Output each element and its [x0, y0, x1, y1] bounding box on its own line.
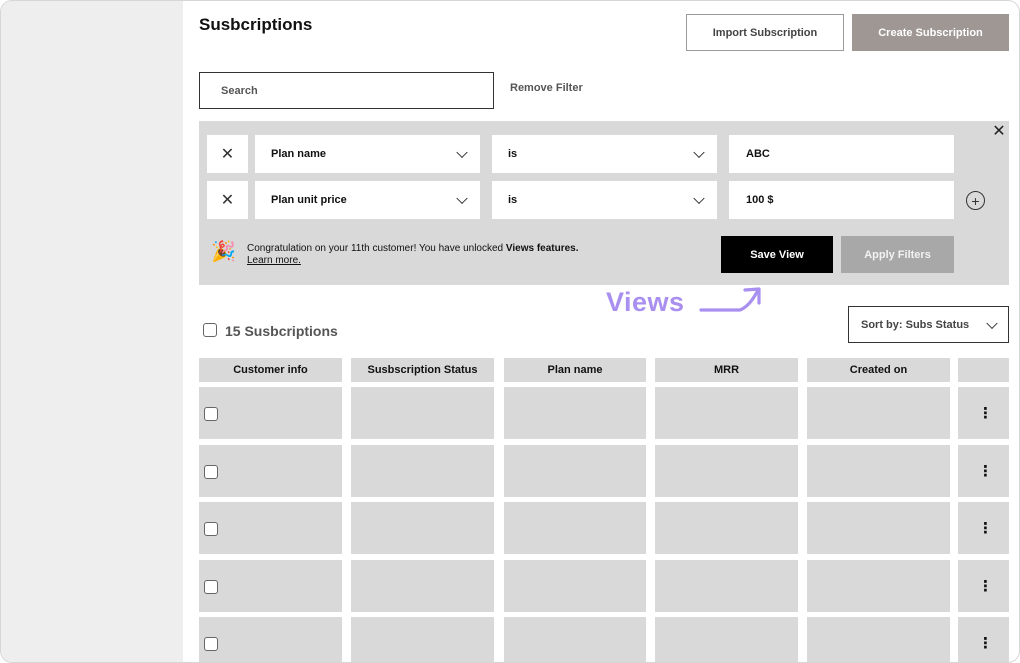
party-popper-icon: 🎉 — [211, 241, 236, 263]
table-cell — [351, 617, 494, 662]
column-header-plan-name[interactable]: Plan name — [504, 358, 646, 382]
table-cell — [351, 444, 494, 497]
table-cell — [199, 502, 342, 554]
more-options-icon[interactable]: ⋮ — [978, 636, 993, 651]
table-cell — [655, 502, 798, 554]
filter-operator-value: is — [508, 194, 518, 206]
create-subscription-button[interactable]: Create Subscription — [852, 14, 1009, 51]
row-checkbox[interactable] — [204, 579, 218, 594]
congratulation-message: Congratulation on your 11th customer! Yo… — [247, 242, 579, 255]
table-cell — [504, 559, 646, 612]
more-options-icon[interactable]: ⋮ — [978, 464, 993, 479]
apply-filters-button[interactable]: Apply Filters — [841, 236, 954, 273]
row-checkbox[interactable] — [204, 522, 218, 536]
filter-value-input[interactable]: 100 $ — [729, 181, 954, 219]
filter-field-select[interactable]: Plan unit price — [255, 181, 480, 219]
more-options-icon[interactable]: ⋮ — [978, 406, 993, 421]
table-cell — [655, 387, 798, 439]
search-input[interactable] — [200, 73, 493, 108]
table-cell — [504, 617, 646, 662]
chevron-down-icon — [456, 192, 468, 205]
arrow-annotation-icon — [699, 287, 761, 312]
chevron-down-icon — [456, 146, 468, 159]
row-checkbox[interactable] — [204, 637, 218, 651]
remove-filter-link[interactable]: Remove Filter — [510, 82, 583, 94]
filter-value-input[interactable]: ABC — [729, 135, 954, 173]
filter-operator-value: is — [508, 148, 518, 160]
table-cell — [351, 559, 494, 612]
import-subscription-button[interactable]: Import Subscription — [686, 14, 844, 51]
table-cell — [199, 444, 342, 497]
table-cell — [199, 559, 342, 612]
column-header-subscription-status[interactable]: Susbscription Status — [351, 358, 494, 382]
more-options-icon[interactable]: ⋮ — [978, 579, 993, 594]
filter-field-value: Plan unit price — [271, 194, 347, 206]
table-cell — [807, 617, 950, 662]
remove-filter-row-icon[interactable]: ✕ — [207, 135, 248, 173]
page-title: Susbcriptions — [199, 15, 313, 34]
sort-dropdown[interactable]: Sort by: Subs Status — [848, 306, 1009, 343]
sidebar — [1, 1, 183, 662]
sort-label: Sort by: Subs Status — [861, 318, 970, 331]
column-header-customer-info[interactable]: Customer info — [199, 358, 342, 382]
row-checkbox[interactable] — [204, 464, 218, 479]
filter-value-text: 100 $ — [746, 194, 774, 206]
close-icon[interactable]: ✕ — [991, 124, 1007, 140]
table-cell — [807, 559, 950, 612]
table-cell — [504, 502, 646, 554]
learn-more-link[interactable]: Learn more. — [247, 255, 301, 266]
filter-operator-select[interactable]: is — [492, 135, 717, 173]
views-annotation-label: Views — [606, 287, 685, 317]
table-cell — [655, 559, 798, 612]
chevron-down-icon — [693, 192, 705, 205]
filter-field-value: Plan name — [271, 148, 327, 160]
subscription-count: 15 Susbcriptions — [225, 323, 338, 339]
congratulation-bold-text: Views features. — [505, 243, 579, 254]
more-options-icon[interactable]: ⋮ — [978, 521, 993, 536]
chevron-down-icon — [986, 317, 998, 329]
select-all-checkbox[interactable] — [203, 323, 217, 337]
table-cell — [199, 387, 342, 439]
table-cell — [504, 387, 646, 439]
filter-field-select[interactable]: Plan name — [255, 135, 480, 173]
table-cell — [199, 617, 342, 662]
remove-filter-row-icon[interactable]: ✕ — [207, 181, 248, 219]
table-cell — [807, 444, 950, 497]
search-field[interactable] — [199, 72, 494, 109]
column-header-mrr[interactable]: MRR — [655, 358, 798, 382]
column-header-actions — [958, 358, 1009, 382]
save-view-button[interactable]: Save View — [721, 236, 833, 273]
table-cell — [655, 617, 798, 662]
add-filter-icon[interactable]: + — [966, 191, 985, 210]
column-header-created-on[interactable]: Created on — [807, 358, 950, 382]
app-window: Susbcriptions Import Subscription Create… — [0, 0, 1020, 663]
table-cell — [351, 502, 494, 554]
chevron-down-icon — [693, 146, 705, 159]
table-cell — [504, 444, 646, 497]
row-checkbox[interactable] — [204, 407, 218, 421]
filter-operator-select[interactable]: is — [492, 181, 717, 219]
table-cell — [807, 387, 950, 439]
table-cell — [655, 444, 798, 497]
table-cell — [807, 502, 950, 554]
congratulation-text: Congratulation on your 11th customer! Yo… — [247, 243, 506, 254]
table-cell — [351, 387, 494, 439]
filter-value-text: ABC — [746, 148, 770, 160]
